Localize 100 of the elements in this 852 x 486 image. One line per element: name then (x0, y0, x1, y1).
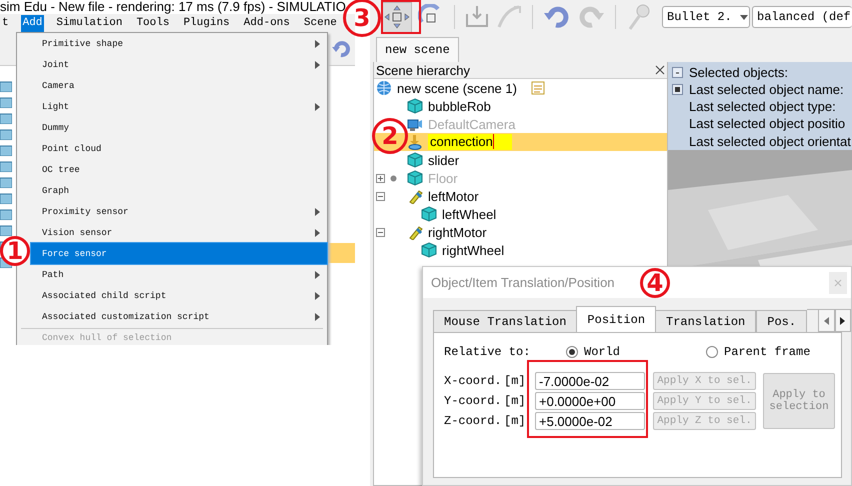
folder-icon (0, 176, 12, 188)
menu-item[interactable]: t (0, 14, 11, 32)
folder-icon (0, 208, 12, 220)
dialog-title: Object/Item Translation/Position (431, 275, 615, 290)
expand-icon[interactable] (376, 174, 385, 182)
folder-icon (0, 160, 12, 172)
folder-icon (0, 96, 12, 108)
radio-button[interactable] (706, 346, 718, 358)
cube-icon (421, 242, 437, 258)
field-label: X-coord. (444, 374, 503, 388)
undo-icon[interactable] (331, 38, 351, 58)
submenu-arrow-icon (314, 228, 321, 238)
toggle-icon[interactable] (672, 84, 683, 96)
submenu-arrow-icon (314, 38, 321, 48)
highlight-frame (381, 0, 421, 34)
tree-label: DefaultCamera (428, 116, 516, 132)
menu-item[interactable]: Proximity sensor (31, 201, 327, 222)
menu-item[interactable]: Path (31, 264, 327, 285)
row-highlight (327, 243, 355, 263)
folder-icon (0, 192, 12, 204)
tree-row[interactable]: slider (374, 151, 667, 169)
menu-item[interactable]: Plugins (181, 14, 232, 32)
info-line: Last selected object type: (689, 100, 837, 114)
info-line: Last selected object name: (689, 82, 845, 97)
menu-item[interactable]: Point cloud (31, 138, 327, 159)
scroll-left-button[interactable] (818, 309, 835, 332)
right-arrow-icon (840, 316, 846, 324)
field-label: Relative to: (444, 345, 532, 359)
tab[interactable]: Pos. (756, 310, 808, 332)
radio-label: World (584, 345, 620, 359)
submenu-arrow-icon (314, 312, 321, 322)
close-icon (834, 278, 842, 286)
input-field[interactable]: +0.0000e+00 (535, 392, 645, 410)
tab[interactable]: Translation (655, 310, 756, 332)
menu-item[interactable]: Dummy (31, 117, 327, 138)
field-label: Y-coord. (444, 394, 503, 408)
menu-item[interactable]: Light (31, 96, 327, 117)
info-line: Selected objects: (689, 66, 790, 80)
menu-item[interactable]: Vision sensor (31, 222, 327, 243)
toggle-icon[interactable] (672, 67, 683, 78)
cube-icon (407, 170, 423, 186)
menu-item[interactable]: Joint (31, 54, 327, 75)
tab[interactable]: Mouse Translation (433, 310, 578, 332)
tree-label: rightWheel (442, 242, 504, 258)
tree-row[interactable]: rightWheel (374, 241, 667, 259)
move-tool-button[interactable] (382, 2, 412, 32)
mode-dropdown[interactable]: balanced (def (752, 6, 852, 28)
tree-row[interactable]: bubbleRob (374, 97, 667, 115)
radio-label: Parent frame (724, 345, 810, 359)
menu-item[interactable]: Graph (31, 180, 327, 201)
globe-icon (376, 80, 392, 96)
scroll-right-button[interactable] (834, 309, 851, 332)
move-icon (384, 5, 410, 29)
menu-item[interactable]: Associated child script (31, 285, 327, 306)
collapse-icon[interactable] (376, 192, 385, 200)
menu-item[interactable]: Tools (134, 14, 172, 32)
tree-row[interactable]: new scene (scene 1) (374, 79, 667, 97)
script-icon[interactable] (530, 81, 545, 95)
menu-item[interactable]: Camera (31, 75, 327, 96)
submenu-arrow-icon (314, 206, 321, 216)
unit-label: [m] (504, 374, 527, 388)
tree-row[interactable]: rightMotor (374, 223, 667, 241)
collapse-icon[interactable] (376, 228, 385, 236)
info-line: Last selected object positio (689, 117, 846, 131)
field-label: Z-coord. (444, 414, 503, 428)
tree-label: rightMotor (428, 224, 487, 240)
submenu-arrow-icon (314, 290, 321, 300)
folder-icon (0, 128, 12, 140)
menu-item[interactable]: Simulation (54, 14, 124, 32)
tree-label: new scene (scene 1) (397, 80, 517, 96)
tree-label: leftWheel (442, 206, 496, 222)
cube-icon (407, 98, 423, 114)
menu-item[interactable]: Force sensor (31, 243, 327, 264)
close-icon[interactable] (655, 65, 665, 75)
input-field[interactable]: -7.0000e-02 (535, 372, 645, 390)
caret-icon (740, 14, 748, 20)
submenu-arrow-icon (314, 270, 321, 280)
left-arrow-icon (824, 316, 830, 324)
tree-row[interactable]: leftMotor (374, 187, 667, 205)
engine-dropdown[interactable]: Bullet 2. (662, 6, 750, 28)
motor-icon (407, 188, 423, 204)
menu-item[interactable]: Add-ons (242, 14, 292, 32)
scene-tab[interactable]: new scene (376, 37, 459, 62)
menu-item[interactable]: Associated customization script (31, 306, 327, 327)
submenu-arrow-icon (314, 60, 321, 70)
tree-row[interactable]: leftWheel (374, 205, 667, 223)
menu-item[interactable]: OC tree (31, 159, 327, 180)
folder-icon (0, 112, 12, 124)
menu-item[interactable]: Primitive shape (31, 33, 327, 54)
cube-icon (421, 206, 437, 222)
tree-label: slider (428, 152, 460, 168)
menu-item[interactable]: Add (20, 14, 44, 32)
tab[interactable]: Position (576, 306, 656, 332)
radio-button[interactable] (566, 346, 578, 358)
input-field[interactable]: +5.0000e-02 (535, 412, 645, 430)
rename-field[interactable]: connection (428, 134, 512, 150)
cube-icon (407, 152, 423, 168)
info-line: Last selected object orientat (689, 134, 852, 148)
menu-item[interactable]: Scene (302, 14, 339, 32)
sensor-icon (407, 134, 423, 150)
